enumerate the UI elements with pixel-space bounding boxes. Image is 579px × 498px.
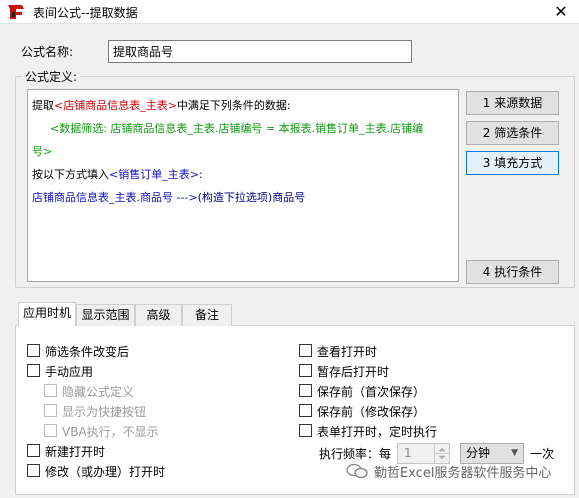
formula-definition-legend: 公式定义: xyxy=(22,68,81,85)
fill-method-button[interactable]: 3 填充方式 xyxy=(466,151,559,175)
hide-formula-checkbox[interactable] xyxy=(44,384,57,397)
shortcut-button-checkbox[interactable] xyxy=(44,404,57,417)
watermark: 勤哲Excel服务器软件服务中心 xyxy=(346,462,551,481)
frequency-input[interactable]: 1 xyxy=(397,443,435,464)
before-save-modify-label: 保存前（修改保存） xyxy=(317,405,426,419)
hide-formula-label: 隐藏公式定义 xyxy=(62,385,135,399)
draft-open-checkbox[interactable] xyxy=(299,364,312,377)
before-save-modify-checkbox[interactable] xyxy=(299,404,312,417)
formula-definition-box[interactable]: 提取<店铺商品信息表_主表>中满足下列条件的数据: <数据筛选: 店铺商品信息表… xyxy=(27,89,459,282)
app-logo-icon xyxy=(8,5,24,19)
new-open-label: 新建打开时 xyxy=(45,445,106,459)
filter-condition-button[interactable]: 2 筛选条件 xyxy=(466,121,559,145)
modify-open-label: 修改（或办理）打开时 xyxy=(45,465,166,479)
target-table-link[interactable]: <销售订单_主表> xyxy=(109,168,199,181)
form-open-timer-label: 表单打开时，定时执行 xyxy=(317,425,438,439)
frequency-label: 执行频率：每 xyxy=(319,447,392,461)
new-open-checkbox[interactable] xyxy=(27,444,40,457)
chevron-down-icon: ▼ xyxy=(511,448,518,458)
close-button[interactable]: ✕ xyxy=(546,1,576,23)
source-data-button[interactable]: 1 来源数据 xyxy=(466,91,559,115)
vba-hidden-label: VBA执行，不显示 xyxy=(62,425,159,439)
formula-name-input[interactable]: 提取商品号 xyxy=(108,40,412,63)
source-table-link[interactable]: <店铺商品信息表_主表> xyxy=(54,99,177,112)
vba-hidden-checkbox[interactable] xyxy=(44,424,57,437)
shortcut-button-label: 显示为快捷按钮 xyxy=(62,405,147,419)
formula-name-label: 公式名称: xyxy=(21,45,74,59)
filter-change-checkbox[interactable] xyxy=(27,344,40,357)
tab-advanced[interactable]: 高级 xyxy=(135,304,182,326)
definition-line-filter[interactable]: <数据筛选: 店铺商品信息表_主表.店铺编号 = 本报表.销售订单_主表.店铺编 xyxy=(32,117,454,140)
wechat-icon xyxy=(346,463,368,479)
filter-change-label: 筛选条件改变后 xyxy=(45,345,130,359)
form-open-timer-checkbox[interactable] xyxy=(299,424,312,437)
definition-line-source: 提取<店铺商品信息表_主表>中满足下列条件的数据: xyxy=(32,99,291,112)
execution-condition-button[interactable]: 4 执行条件 xyxy=(466,260,559,284)
modify-open-checkbox[interactable] xyxy=(27,464,40,477)
draft-open-label: 暂存后打开时 xyxy=(317,365,390,379)
definition-line-mapping[interactable]: 店铺商品信息表_主表.商品号 --->(构造下拉选项)商品号 xyxy=(32,186,454,209)
definition-line-fill: 按以下方式填入<销售订单_主表>: xyxy=(32,168,203,181)
tab-notes[interactable]: 备注 xyxy=(182,304,232,326)
tab-apply-timing[interactable]: 应用时机 xyxy=(18,302,76,326)
frequency-spinner[interactable] xyxy=(434,443,450,464)
manual-apply-label: 手动应用 xyxy=(45,365,94,379)
before-save-first-label: 保存前（首次保存） xyxy=(317,385,426,399)
watermark-text: 勤哲Excel服务器软件服务中心 xyxy=(374,466,552,481)
window-title: 表间公式--提取数据 xyxy=(33,6,138,20)
tab-display-scope[interactable]: 显示范围 xyxy=(76,304,135,326)
view-open-label: 查看打开时 xyxy=(317,345,378,359)
view-open-checkbox[interactable] xyxy=(299,344,312,357)
frequency-suffix: 一次 xyxy=(530,447,555,461)
definition-line-filter-cont: 号> xyxy=(32,145,53,158)
frequency-unit-value: 分钟 xyxy=(466,446,491,460)
frequency-unit-select[interactable]: 分钟 ▼ xyxy=(460,443,524,464)
before-save-first-checkbox[interactable] xyxy=(299,384,312,397)
manual-apply-checkbox[interactable] xyxy=(27,364,40,377)
